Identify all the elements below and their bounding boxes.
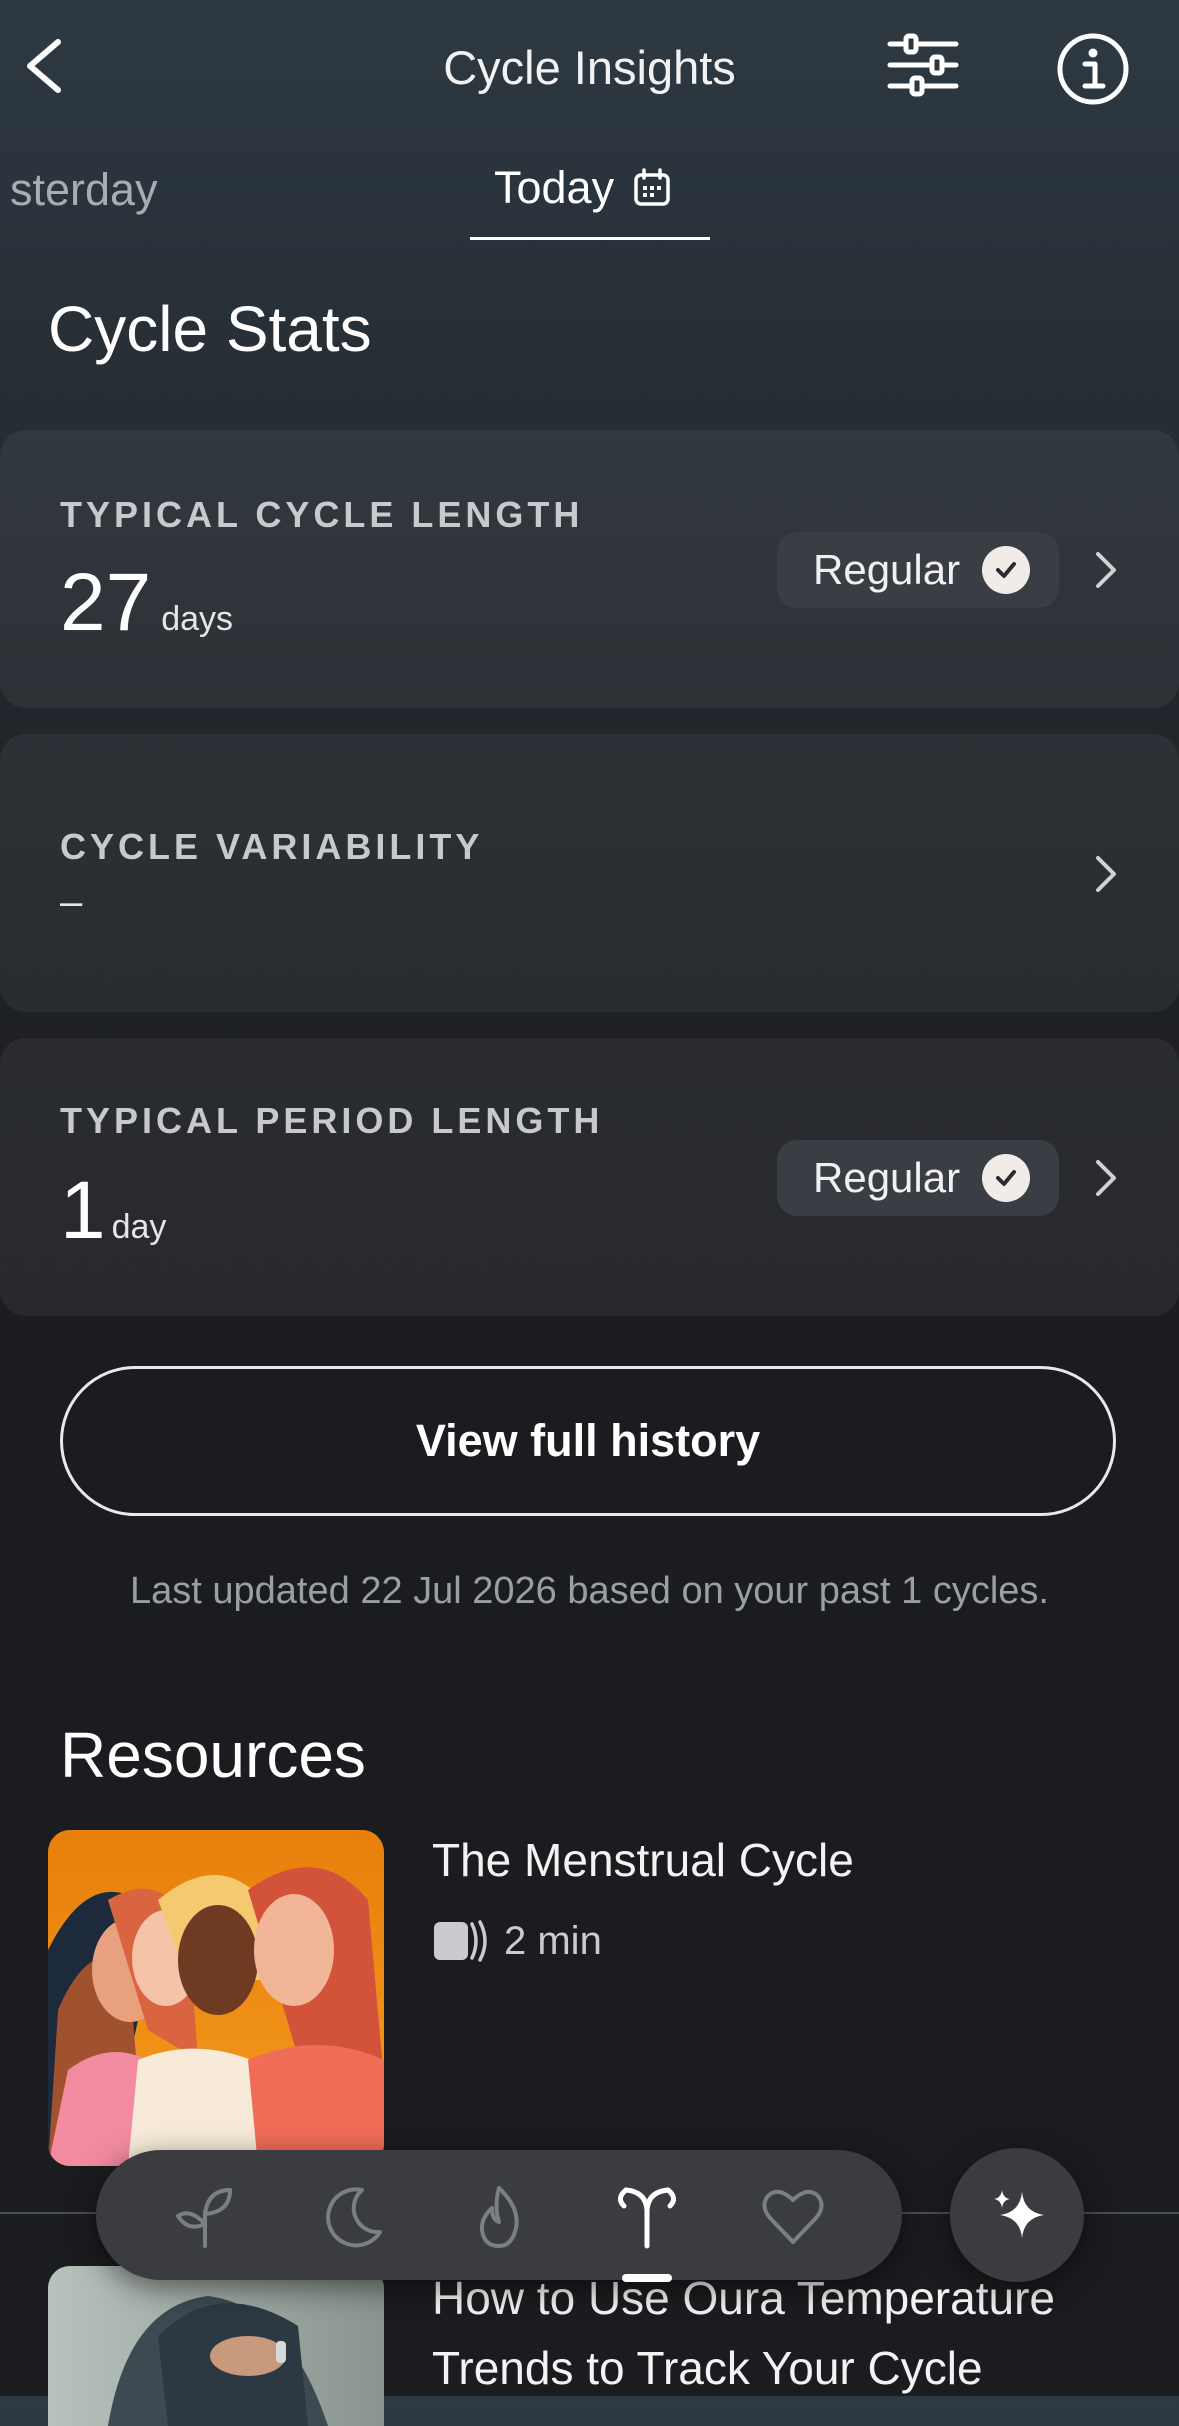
last-updated-text: Last updated 22 Jul 2026 based on your p… <box>130 1570 1049 1612</box>
resources-title: Resources <box>60 1719 366 1791</box>
resource-duration-label: 2 min <box>504 1918 602 1963</box>
page-title: Cycle Insights <box>443 41 736 94</box>
audio-icon <box>434 1920 487 1962</box>
menstrual-cycle-thumbnail[interactable] <box>48 1830 384 2166</box>
cycle-length-value: 27 <box>60 557 152 648</box>
cycle-length-unit: days <box>161 600 234 638</box>
sparkle-icon <box>994 2190 1044 2238</box>
chevron-right-icon[interactable] <box>1092 852 1120 896</box>
tab-today[interactable]: Today <box>494 162 672 214</box>
cycle-variability-value: – <box>60 880 83 924</box>
card-value: 1 day <box>60 1164 166 1258</box>
period-length-unit: day <box>111 1208 167 1246</box>
calendar-icon <box>634 168 670 206</box>
status-badge: Regular <box>777 1140 1059 1216</box>
info-icon <box>1057 33 1129 105</box>
cycle-variability-card[interactable] <box>0 734 1179 1012</box>
resource-title-continued[interactable]: Trends to Track Your Cycle <box>432 2332 983 2404</box>
status-badge: Regular <box>777 532 1059 608</box>
card-label: TYPICAL PERIOD LENGTH <box>60 1100 604 1141</box>
check-icon <box>982 546 1031 594</box>
tab-today-label: Today <box>494 162 615 213</box>
resource-duration: 2 min <box>432 1918 602 1964</box>
heart-icon[interactable] <box>758 2182 828 2252</box>
period-length-value: 1 <box>60 1165 106 1256</box>
settings-button[interactable] <box>884 30 962 100</box>
chevron-right-icon[interactable] <box>1092 1156 1120 1200</box>
sprout-icon[interactable] <box>170 2182 240 2252</box>
flame-icon[interactable] <box>464 2182 534 2252</box>
resource-title[interactable]: The Menstrual Cycle <box>432 1824 854 1896</box>
card-label: CYCLE VARIABILITY <box>60 826 484 867</box>
card-value: 27 days <box>60 556 233 650</box>
section-title: Cycle Stats <box>48 293 372 365</box>
advisor-button[interactable] <box>950 2148 1084 2282</box>
status-badge-label: Regular <box>813 546 961 593</box>
view-full-history-button[interactable]: View full history <box>60 1366 1116 1516</box>
cycle-icon[interactable] <box>612 2182 682 2252</box>
info-button[interactable] <box>1055 31 1131 107</box>
moon-icon[interactable] <box>318 2182 388 2252</box>
check-icon <box>982 1154 1031 1202</box>
tab-active-indicator <box>470 237 710 240</box>
temperature-trends-thumbnail[interactable] <box>48 2266 384 2426</box>
sliders-icon <box>887 33 959 97</box>
nav-active-indicator <box>622 2274 672 2282</box>
status-badge-label: Regular <box>813 1154 961 1201</box>
tab-yesterday[interactable]: sterday <box>10 164 158 216</box>
card-label: TYPICAL CYCLE LENGTH <box>60 494 584 535</box>
chevron-right-icon[interactable] <box>1092 548 1120 592</box>
